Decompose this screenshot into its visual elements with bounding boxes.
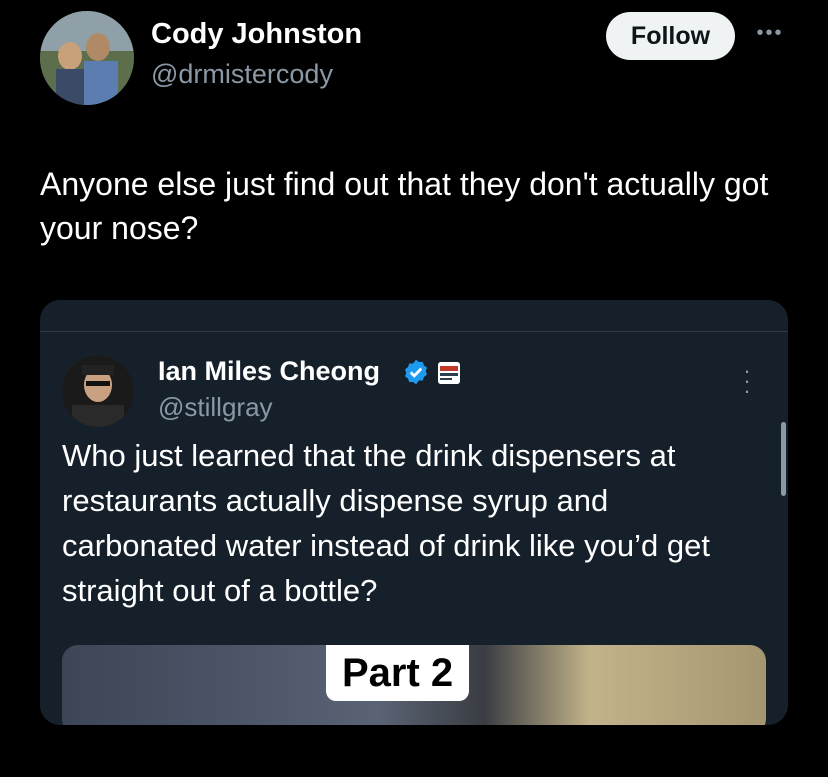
affiliate-badge-icon[interactable]: [438, 362, 460, 384]
scrollbar[interactable]: [781, 422, 786, 496]
quoted-author-handle[interactable]: @stillgray: [158, 392, 273, 423]
quoted-author-name[interactable]: Ian Miles Cheong: [158, 356, 380, 387]
quoted-author-avatar[interactable]: [62, 355, 134, 427]
tweet-text: Anyone else just find out that they don'…: [40, 166, 769, 246]
follow-button[interactable]: Follow: [606, 12, 735, 60]
quoted-media[interactable]: Part 2: [62, 645, 766, 725]
quoted-tweet-text: Who just learned that the drink dispense…: [62, 438, 710, 608]
author-avatar[interactable]: [40, 11, 134, 105]
quote-divider: [40, 331, 788, 332]
media-caption: Part 2: [326, 645, 470, 701]
more-horizontal-icon[interactable]: •••: [752, 22, 788, 46]
author-name[interactable]: Cody Johnston: [151, 18, 362, 51]
author-handle[interactable]: @drmistercody: [151, 59, 333, 90]
more-vertical-icon[interactable]: · · ·: [740, 360, 754, 402]
verified-badge-icon: [405, 359, 427, 385]
quoted-tweet-card[interactable]: Ian Miles Cheong @stillgray · · · Who just…: [40, 300, 788, 725]
